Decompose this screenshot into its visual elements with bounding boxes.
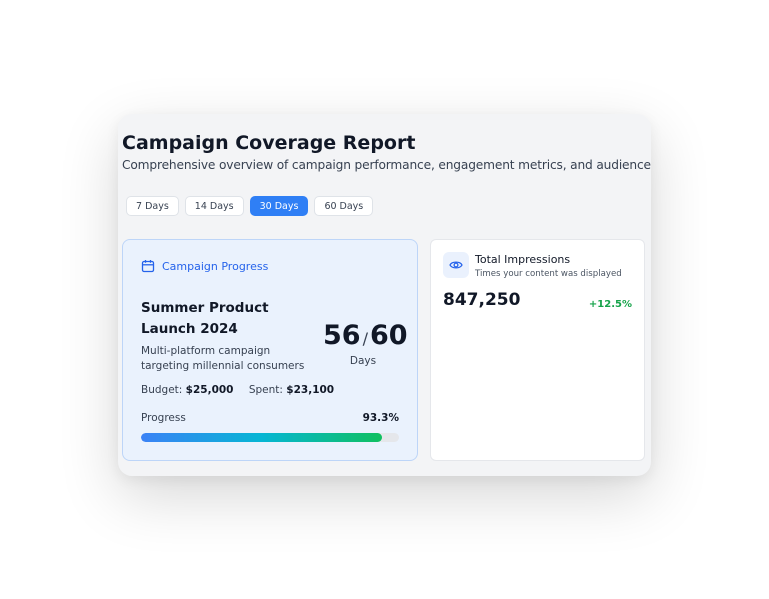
tab-14-days[interactable]: 14 Days: [184, 196, 244, 216]
progress-label: Progress: [141, 412, 186, 424]
budget-label: Budget:: [141, 384, 183, 396]
tab-60-days[interactable]: 60 Days: [314, 196, 374, 216]
days-separator: /: [362, 329, 368, 348]
impressions-card: Total Impressions Times your content was…: [430, 239, 645, 461]
page-subtitle: Comprehensive overview of campaign perfo…: [122, 158, 651, 172]
progress-percent: 93.3%: [362, 412, 399, 424]
campaign-description: Multi-platform campaign targeting millen…: [141, 345, 305, 372]
days-elapsed: 56: [323, 320, 361, 351]
spent-value: $23,100: [286, 384, 335, 396]
campaign-name: Summer Product Launch 2024: [141, 300, 269, 337]
report-window: Campaign Coverage Report Comprehensive o…: [118, 114, 651, 476]
impressions-value: 847,250: [443, 290, 521, 310]
campaign-progress-label: Campaign Progress: [162, 259, 269, 273]
impressions-subtitle: Times your content was displayed: [475, 269, 622, 279]
date-range-tabs: 7 Days 14 Days 30 Days 60 Days: [126, 196, 374, 216]
progress-bar-track: [141, 433, 399, 442]
days-counter: 56/60 Days: [323, 320, 408, 367]
budget-row: Budget: $25,000 Spent: $23,100: [141, 384, 334, 396]
spent-label: Spent:: [248, 384, 283, 396]
campaign-progress-header: Campaign Progress: [141, 259, 268, 273]
tab-30-days[interactable]: 30 Days: [249, 196, 309, 216]
impressions-title: Total Impressions: [475, 253, 571, 266]
eye-icon: [443, 252, 469, 278]
calendar-icon: [141, 259, 155, 273]
impressions-change: +12.5%: [588, 299, 632, 310]
page-title: Campaign Coverage Report: [122, 132, 416, 154]
days-count: 56/60: [323, 320, 408, 351]
progress-bar-fill: [141, 433, 382, 442]
tab-7-days[interactable]: 7 Days: [126, 196, 179, 216]
days-total: 60: [369, 320, 408, 351]
page: Campaign Coverage Report Comprehensive o…: [0, 0, 769, 599]
days-label: Days: [349, 355, 377, 367]
campaign-progress-card: Campaign Progress Summer Product Launch …: [122, 239, 418, 461]
budget-value: $25,000: [185, 384, 234, 396]
